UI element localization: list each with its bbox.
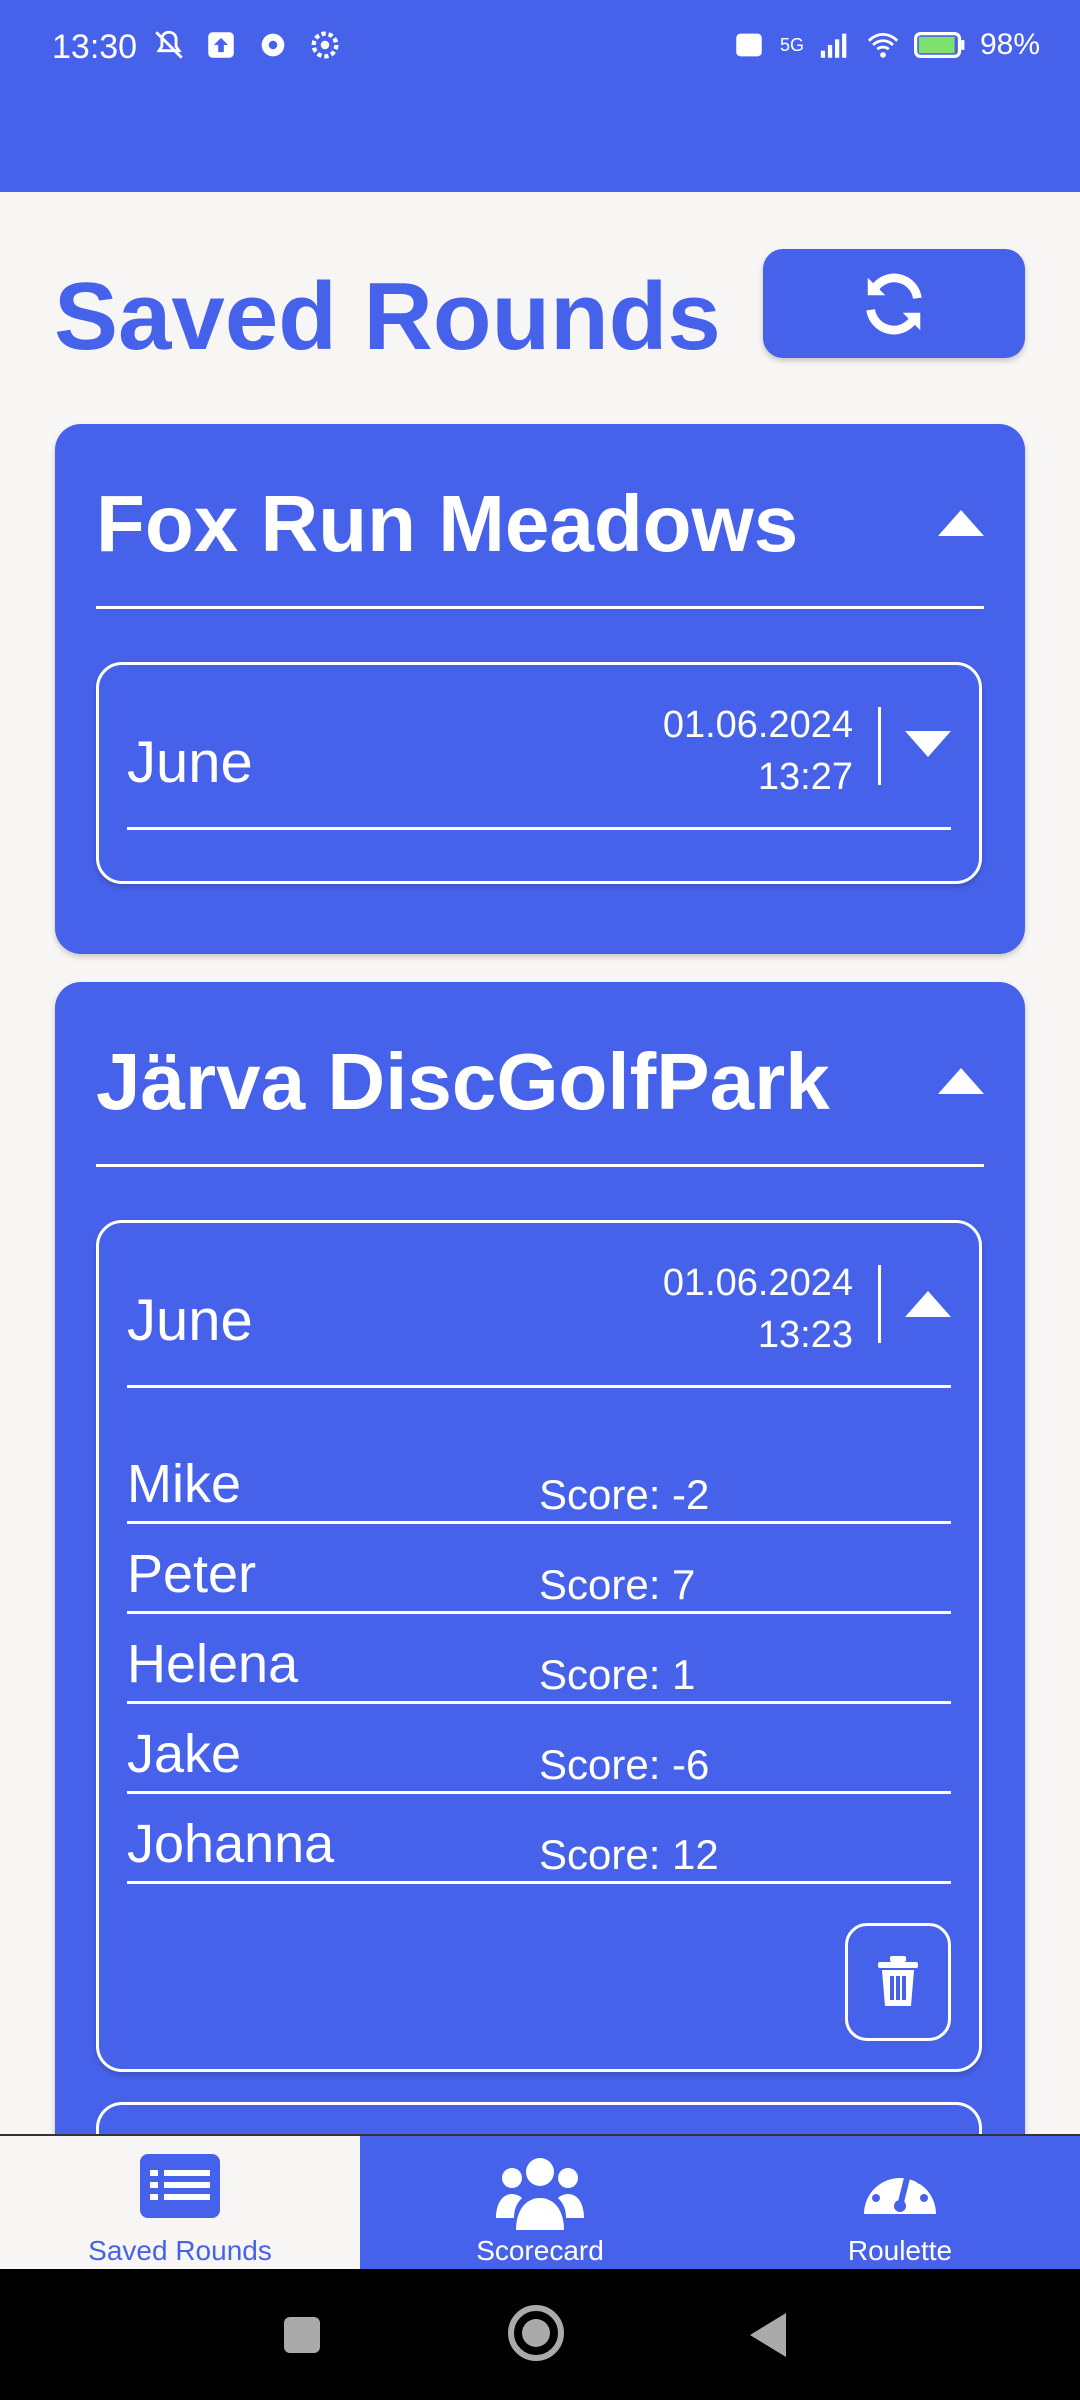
- trash-icon: [878, 1956, 918, 2006]
- round-card: June 01.06.2024 13:23 Mike Score: -2 Pet…: [96, 1220, 982, 2072]
- page-title: Saved Rounds: [54, 263, 721, 370]
- system-navigation-bar: [0, 2269, 1080, 2400]
- nav-saved-rounds[interactable]: Saved Rounds: [0, 2136, 360, 2271]
- round-date: 01.06.2024: [662, 704, 853, 746]
- nav-roulette[interactable]: Roulette: [720, 2136, 1080, 2271]
- player-score: Score: 7: [539, 1561, 696, 1608]
- recents-icon[interactable]: [282, 2315, 322, 2355]
- round-header[interactable]: June 01.06.2024 13:27: [127, 665, 951, 830]
- settings-icon: [261, 33, 285, 57]
- battery-level: 98%: [979, 28, 1040, 61]
- upload-icon: [208, 32, 234, 58]
- status-right: 5G 98%: [732, 28, 1040, 62]
- chevron-up-icon[interactable]: [938, 1064, 984, 1094]
- player-name: Johanna: [127, 1814, 335, 1874]
- wifi-icon: [867, 32, 899, 58]
- mute-icon: [155, 30, 183, 59]
- refresh-button[interactable]: [763, 249, 1025, 358]
- player-score: Score: -6: [539, 1741, 710, 1788]
- player-row: Jake Score: -6: [127, 1703, 951, 1794]
- battery-icon: [913, 32, 965, 58]
- course-card: Fox Run Meadows June 01.06.2024 13:27: [55, 424, 1025, 954]
- player-row: Helena Score: 1: [127, 1613, 951, 1704]
- status-left-icons: [152, 28, 342, 62]
- settings-gear-icon: [311, 31, 339, 59]
- list-icon: [140, 2154, 220, 2218]
- round-header[interactable]: June 01.06.2024 13:23: [127, 1223, 951, 1388]
- course-header[interactable]: Järva DiscGolfPark: [96, 982, 984, 1167]
- round-time: 13:27: [757, 756, 853, 798]
- round-name: June: [127, 730, 253, 795]
- chevron-up-icon[interactable]: [905, 1287, 951, 1317]
- signal-icon: [820, 33, 847, 58]
- volte-icon: [736, 33, 762, 57]
- bottom-navigation: Saved Rounds Scorecard Roulette: [0, 2134, 1080, 2271]
- player-score: Score: -2: [539, 1471, 710, 1518]
- player-name: Helena: [127, 1634, 299, 1694]
- player-score: Score: 12: [539, 1831, 719, 1878]
- round-time: 13:23: [757, 1314, 853, 1356]
- nav-scorecard[interactable]: Scorecard: [360, 2136, 720, 2271]
- course-card: Järva DiscGolfPark June 01.06.2024 13:23…: [55, 982, 1025, 2142]
- round-datetime: 01.06.2024 13:23: [663, 1257, 853, 1361]
- player-row: Peter Score: 7: [127, 1523, 951, 1614]
- home-icon[interactable]: [506, 2303, 566, 2363]
- player-row: Johanna Score: 12: [127, 1793, 951, 1884]
- round-datetime: 01.06.2024 13:27: [663, 699, 853, 803]
- round-card: June 01.06.2024 13:27: [96, 662, 982, 884]
- status-time: 13:30: [52, 28, 138, 66]
- nav-label: Saved Rounds: [88, 2235, 272, 2266]
- network-type: 5G: [779, 34, 804, 55]
- course-title: Järva DiscGolfPark: [96, 1037, 830, 1126]
- divider: [878, 707, 881, 785]
- nav-label: Roulette: [847, 2235, 953, 2266]
- chevron-down-icon[interactable]: [905, 729, 951, 759]
- round-name: June: [127, 1288, 253, 1353]
- player-name: Mike: [127, 1454, 242, 1514]
- gauge-icon: [864, 2166, 936, 2214]
- player-name: Peter: [127, 1544, 257, 1604]
- course-header[interactable]: Fox Run Meadows: [96, 424, 984, 609]
- player-row: Mike Score: -2: [127, 1433, 951, 1524]
- refresh-icon: [866, 273, 922, 334]
- player-name: Jake: [127, 1724, 242, 1784]
- course-title: Fox Run Meadows: [96, 479, 799, 568]
- back-icon[interactable]: [748, 2311, 788, 2359]
- delete-round-button[interactable]: [845, 1923, 951, 2041]
- group-icon: [496, 2158, 584, 2230]
- divider: [878, 1265, 881, 1343]
- chevron-up-icon[interactable]: [938, 506, 984, 536]
- nav-label: Scorecard: [476, 2235, 604, 2266]
- status-bar: 13:30 5G 98%: [0, 0, 1080, 192]
- player-score: Score: 1: [539, 1651, 696, 1698]
- round-date: 01.06.2024: [662, 1262, 853, 1304]
